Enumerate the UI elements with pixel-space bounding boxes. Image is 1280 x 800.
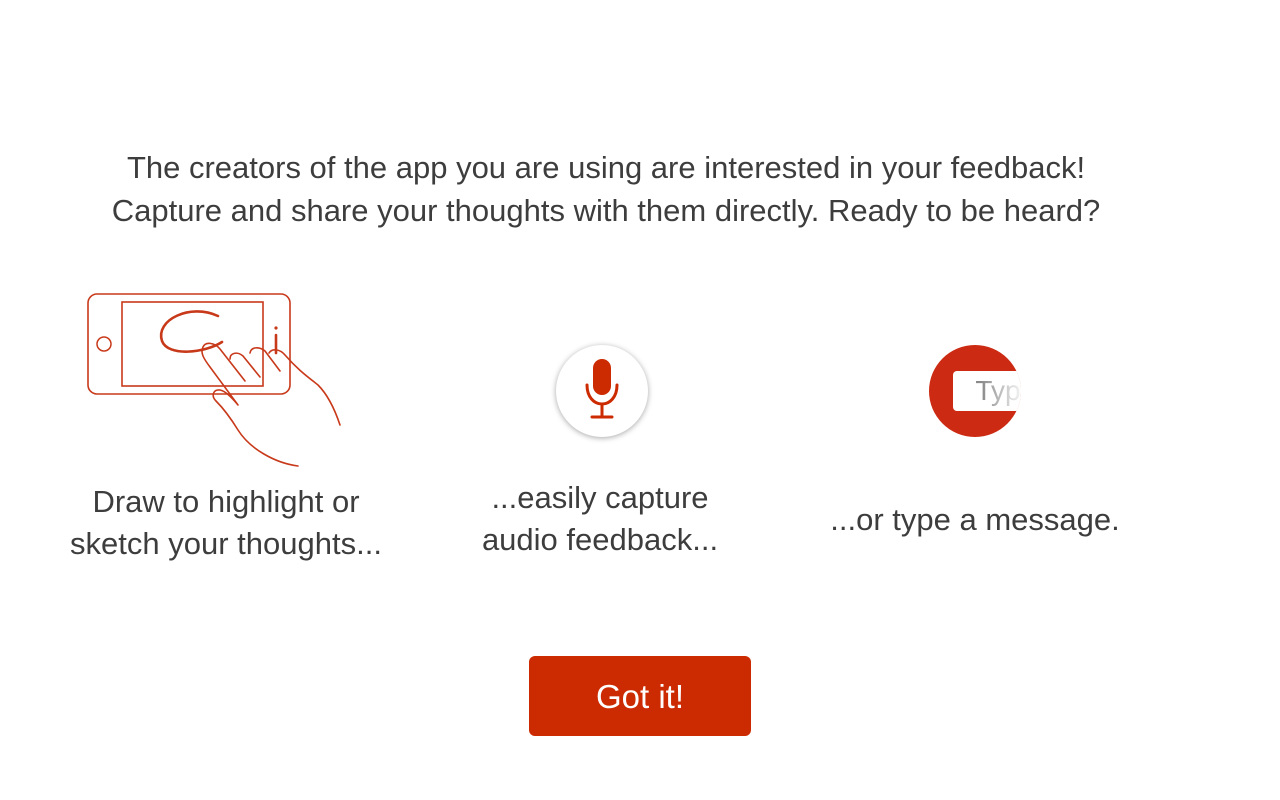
draw-feature-label: Draw to highlight or sketch your thought… [40, 481, 412, 565]
type-feature-label: ...or type a message. [830, 502, 1120, 537]
audio-feature-label: ...easily capture audio feedback... [470, 477, 730, 561]
audio-label-line-2: audio feedback... [481, 522, 719, 557]
microphone-icon [582, 357, 622, 426]
microphone-badge [556, 345, 648, 437]
feedback-onboarding-screen: The creators of the app you are using ar… [0, 0, 1280, 800]
draw-label-line-1: Draw to highlight or [92, 484, 360, 519]
got-it-button[interactable]: Got it! [529, 656, 751, 736]
feature-audio: ...easily capture audio feedback... [470, 345, 730, 557]
draw-label-line-2: sketch your thoughts... [70, 526, 382, 561]
text-field-fade [981, 371, 1021, 411]
phone-sketch-hand-illustration [40, 285, 420, 475]
feature-type: Typ ...or type a message. [800, 345, 1150, 537]
intro-line-2: Capture and share your thoughts with the… [111, 193, 1101, 228]
text-field-icon: Typ [929, 345, 1021, 437]
feature-draw: Draw to highlight or sketch your thought… [40, 285, 420, 561]
audio-label-line-1: ...easily capture [491, 480, 709, 515]
intro-text: The creators of the app you are using ar… [0, 146, 1212, 232]
intro-line-1: The creators of the app you are using ar… [126, 150, 1086, 185]
